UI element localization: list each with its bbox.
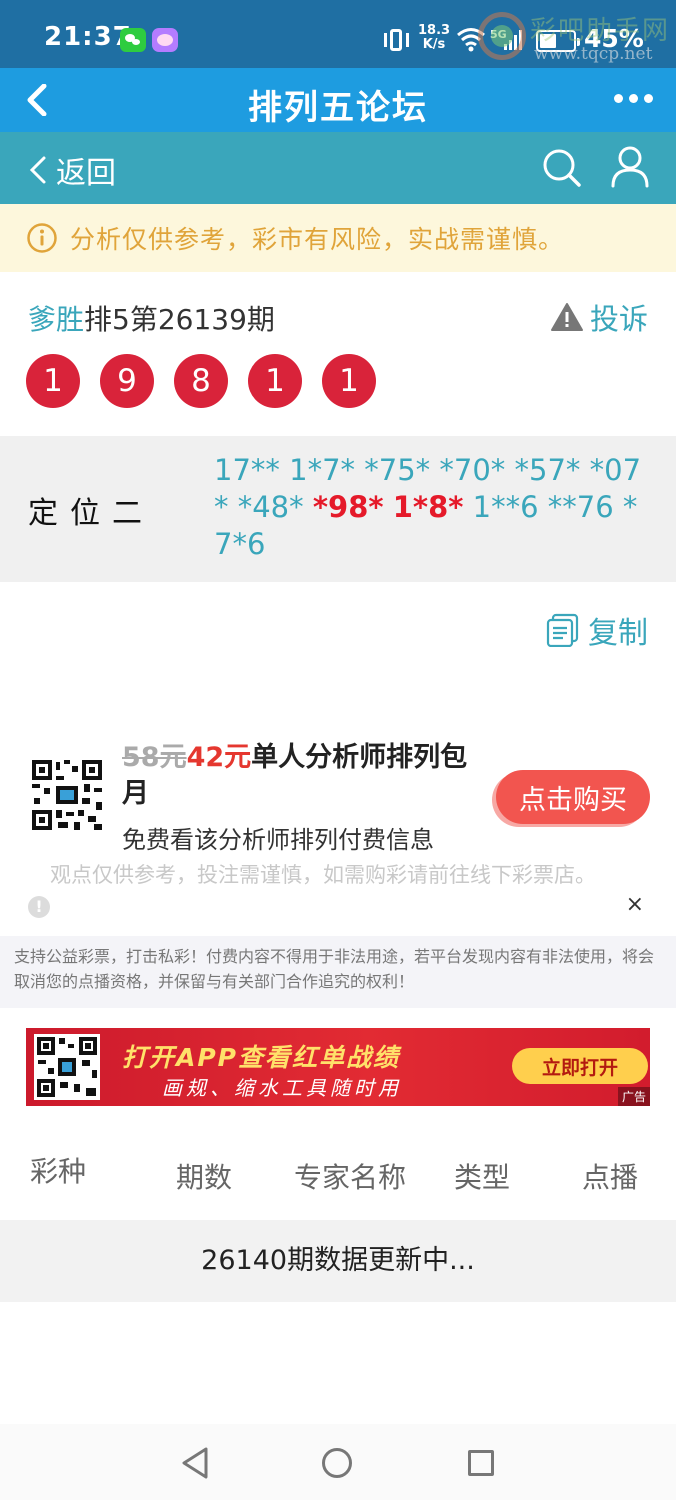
col-expert-name: 专家名称: [294, 1161, 407, 1194]
user-icon[interactable]: [610, 146, 650, 188]
status-bar: 21:37 18.3 K/s 5G 45% 彩吧助手网 www.tqcp.net: [0, 0, 676, 68]
vibrate-icon: [384, 28, 410, 52]
nav-back-icon[interactable]: [180, 1446, 210, 1480]
open-app-button[interactable]: 立即打开: [512, 1048, 648, 1084]
col-type: 类型: [454, 1161, 511, 1194]
watermark-logo-icon: [478, 12, 526, 60]
col-issue: 期数: [176, 1161, 233, 1194]
draw-ball: 9: [100, 354, 154, 408]
risk-notice: 分析仅供参考，彩市有风险，实战需谨慎。: [0, 204, 676, 272]
banner-subline: 画规、缩水工具随时用: [162, 1076, 402, 1100]
pick-title: 爹胜排5第26139期: [28, 298, 275, 338]
chevron-left-icon: [29, 156, 46, 184]
pick-header: 爹胜排5第26139期 投诉: [0, 272, 676, 362]
issue-title: 排5第26139期: [84, 303, 275, 336]
banner-headline: 打开APP查看红单战绩: [122, 1043, 400, 1072]
prediction-item: *48*: [237, 490, 304, 524]
app-icon: [152, 28, 178, 52]
search-icon[interactable]: [542, 148, 582, 188]
close-icon[interactable]: ×: [626, 892, 644, 917]
legal-notice: 支持公益彩票，打击私彩！付费内容不得用于非法用途，若平台发现内容有非法使用，将会…: [0, 936, 676, 1008]
prediction-item: *57*: [514, 453, 581, 487]
prediction-row: 定位二 17** 1*7* *75* *70* *57* *07* *48* *…: [0, 436, 676, 582]
prediction-item: 17**: [214, 453, 280, 487]
prediction-item: 1**6: [472, 490, 539, 524]
draw-ball: 1: [322, 354, 376, 408]
status-time: 21:37: [44, 22, 132, 52]
ad-label: 广告: [617, 1087, 650, 1106]
nav-home-icon[interactable]: [322, 1448, 352, 1478]
net-speed: 18.3 K/s: [418, 23, 451, 52]
table-header: 彩种 期数 专家名称 类型 点播: [0, 1120, 676, 1220]
back-label: 返回: [56, 156, 116, 191]
prediction-item: *70*: [439, 453, 506, 487]
sub-nav-bar: 返回: [0, 132, 676, 204]
new-price: 42元: [186, 742, 252, 773]
col-lottery-type: 彩种: [30, 1155, 87, 1188]
prediction-item: **76: [547, 490, 614, 524]
draw-ball: 8: [174, 354, 228, 408]
nav-recent-icon[interactable]: [468, 1450, 494, 1476]
notice-text: 分析仅供参考，彩市有风险，实战需谨慎。: [70, 225, 565, 254]
back-button[interactable]: 返回: [28, 148, 116, 192]
banner-qr-icon: [34, 1034, 100, 1100]
promo-subtitle: 免费看该分析师排列付费信息: [122, 826, 434, 854]
watermark-url: www.tqcp.net: [534, 44, 653, 64]
author-name[interactable]: 爹胜: [28, 303, 84, 336]
wechat-icon: [120, 28, 146, 52]
promo-title: 58元42元单人分析师排列包月: [122, 740, 482, 812]
prediction-item-hit: *98*: [312, 490, 384, 524]
copy-button[interactable]: 复制: [546, 608, 648, 652]
system-nav-bar: [0, 1424, 676, 1500]
info-icon: !: [28, 896, 50, 918]
warning-icon: [550, 303, 583, 331]
copy-label: 复制: [588, 616, 648, 651]
promo-card: 58元42元单人分析师排列包月 免费看该分析师排列付费信息 点击购买 观点仅供参…: [0, 720, 676, 936]
complain-button[interactable]: 投诉: [550, 296, 648, 338]
buy-button[interactable]: 点击购买: [496, 770, 650, 824]
copy-icon: [546, 613, 579, 647]
promo-disclaimer: 观点仅供参考，投注需谨慎，如需购彩请前往线下彩票店。: [50, 863, 596, 887]
complain-label: 投诉: [589, 302, 648, 336]
qr-code-icon: [30, 758, 104, 832]
draw-ball: 1: [248, 354, 302, 408]
update-status: 26140期数据更新中...: [0, 1220, 676, 1302]
watermark: 彩吧助手网 www.tqcp.net: [474, 6, 674, 68]
app-banner-ad[interactable]: 打开APP查看红单战绩 画规、缩水工具随时用 立即打开 广告: [26, 1028, 650, 1106]
prediction-label: 定位二: [28, 496, 154, 531]
prediction-item-hit: 1*8*: [392, 490, 464, 524]
prediction-item: *75*: [364, 453, 431, 487]
old-price: 58元: [122, 742, 187, 773]
prediction-item: 1*7*: [289, 453, 356, 487]
prediction-values: 17** 1*7* *75* *70* *57* *07* *48* *98* …: [214, 452, 654, 563]
page-title: 排列五论坛: [248, 88, 428, 128]
more-dots-icon[interactable]: [614, 94, 654, 104]
draw-ball: 1: [26, 354, 80, 408]
watermark-title: 彩吧助手网: [530, 16, 671, 46]
title-bar: 排列五论坛: [0, 68, 676, 132]
info-circle-icon: [27, 223, 57, 253]
draw-numbers: 1 9 8 1 1: [26, 354, 376, 408]
col-order: 点播: [582, 1161, 639, 1194]
